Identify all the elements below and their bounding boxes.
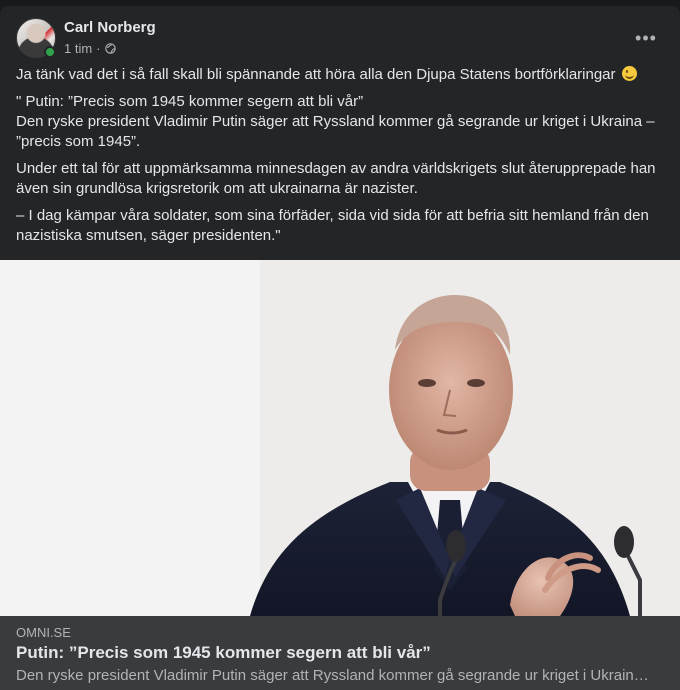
link-domain: OMNI.SE bbox=[16, 625, 71, 640]
post-paragraph: " Putin: ”Precis som 1945 kommer segern … bbox=[16, 93, 655, 150]
link-preview[interactable]: OMNI.SE Putin: ”Precis som 1945 kommer s… bbox=[0, 616, 680, 690]
author-name[interactable]: Carl Norberg bbox=[64, 19, 156, 36]
link-title[interactable]: Putin: ”Precis som 1945 kommer segern at… bbox=[16, 643, 431, 663]
post-meta: 1 tim · bbox=[64, 41, 116, 56]
post-paragraph: Under ett tal för att uppmärksamma minne… bbox=[16, 160, 656, 197]
post-paragraph-text: Ja tänk vad det i så fall skall bli spän… bbox=[16, 66, 616, 83]
meta-separator: · bbox=[96, 41, 101, 56]
post-card: Carl Norberg 1 tim · ••• Ja tänk vad det… bbox=[0, 6, 680, 690]
post-paragraph: Ja tänk vad det i så fall skall bli spän… bbox=[16, 65, 661, 85]
more-options-button[interactable]: ••• bbox=[628, 20, 664, 56]
winking-face-emoji bbox=[621, 66, 637, 81]
putin-photo bbox=[0, 260, 680, 616]
link-preview-image[interactable] bbox=[0, 260, 680, 616]
online-status-dot bbox=[44, 46, 56, 58]
post-timestamp[interactable]: 1 tim bbox=[64, 41, 92, 56]
post-paragraph: – I dag kämpar våra soldater, som sina f… bbox=[16, 207, 649, 244]
globe-icon bbox=[104, 43, 116, 54]
post-message: Ja tänk vad det i så fall skall bli spän… bbox=[16, 65, 661, 253]
post-header: Carl Norberg 1 tim · ••• bbox=[16, 18, 664, 62]
link-description: Den ryske president Vladimir Putin säger… bbox=[16, 667, 656, 684]
